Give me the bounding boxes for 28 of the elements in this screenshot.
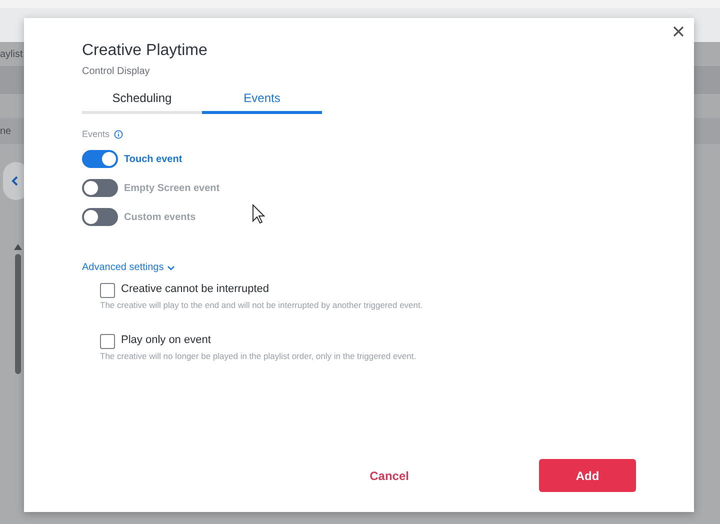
- toggle-switch[interactable]: [82, 150, 118, 168]
- tab[interactable]: Scheduling: [82, 87, 202, 114]
- info-icon: [114, 130, 123, 138]
- cancel-button[interactable]: Cancel: [364, 468, 415, 484]
- chevron-left-icon: [11, 176, 18, 186]
- dialog-title: Creative Playtime: [82, 42, 208, 60]
- advanced-settings-link[interactable]: Advanced settings: [82, 262, 175, 273]
- toggle-switch[interactable]: [82, 208, 118, 226]
- tab[interactable]: Events: [202, 87, 322, 114]
- add-button[interactable]: Add: [539, 459, 636, 492]
- option-description: The creative will play to the end and will not be interrupted by another triggered event.: [100, 300, 424, 310]
- dialog-subtitle: Control Display: [82, 66, 151, 77]
- checkbox-label: Play only on event: [121, 334, 212, 348]
- background-text: ne: [0, 126, 12, 136]
- close-icon: [673, 26, 684, 37]
- background-text: aylist: [0, 48, 23, 60]
- close-button[interactable]: [671, 24, 686, 39]
- scroll-up-icon[interactable]: [14, 244, 22, 250]
- section-label: Events: [82, 129, 110, 139]
- checkbox[interactable]: [100, 334, 115, 349]
- cursor-icon: [252, 204, 265, 224]
- checkbox-label: Creative cannot be interrupted: [121, 283, 270, 297]
- toggle-label: Custom events: [124, 212, 196, 222]
- checkbox[interactable]: [100, 283, 115, 298]
- toggle-label: Touch event: [124, 154, 182, 164]
- option-description: The creative will no longer be played in the playlist order, only in the triggered event.: [100, 351, 418, 361]
- toggle-switch[interactable]: [82, 179, 118, 197]
- toggle-label: Empty Screen event: [124, 182, 220, 194]
